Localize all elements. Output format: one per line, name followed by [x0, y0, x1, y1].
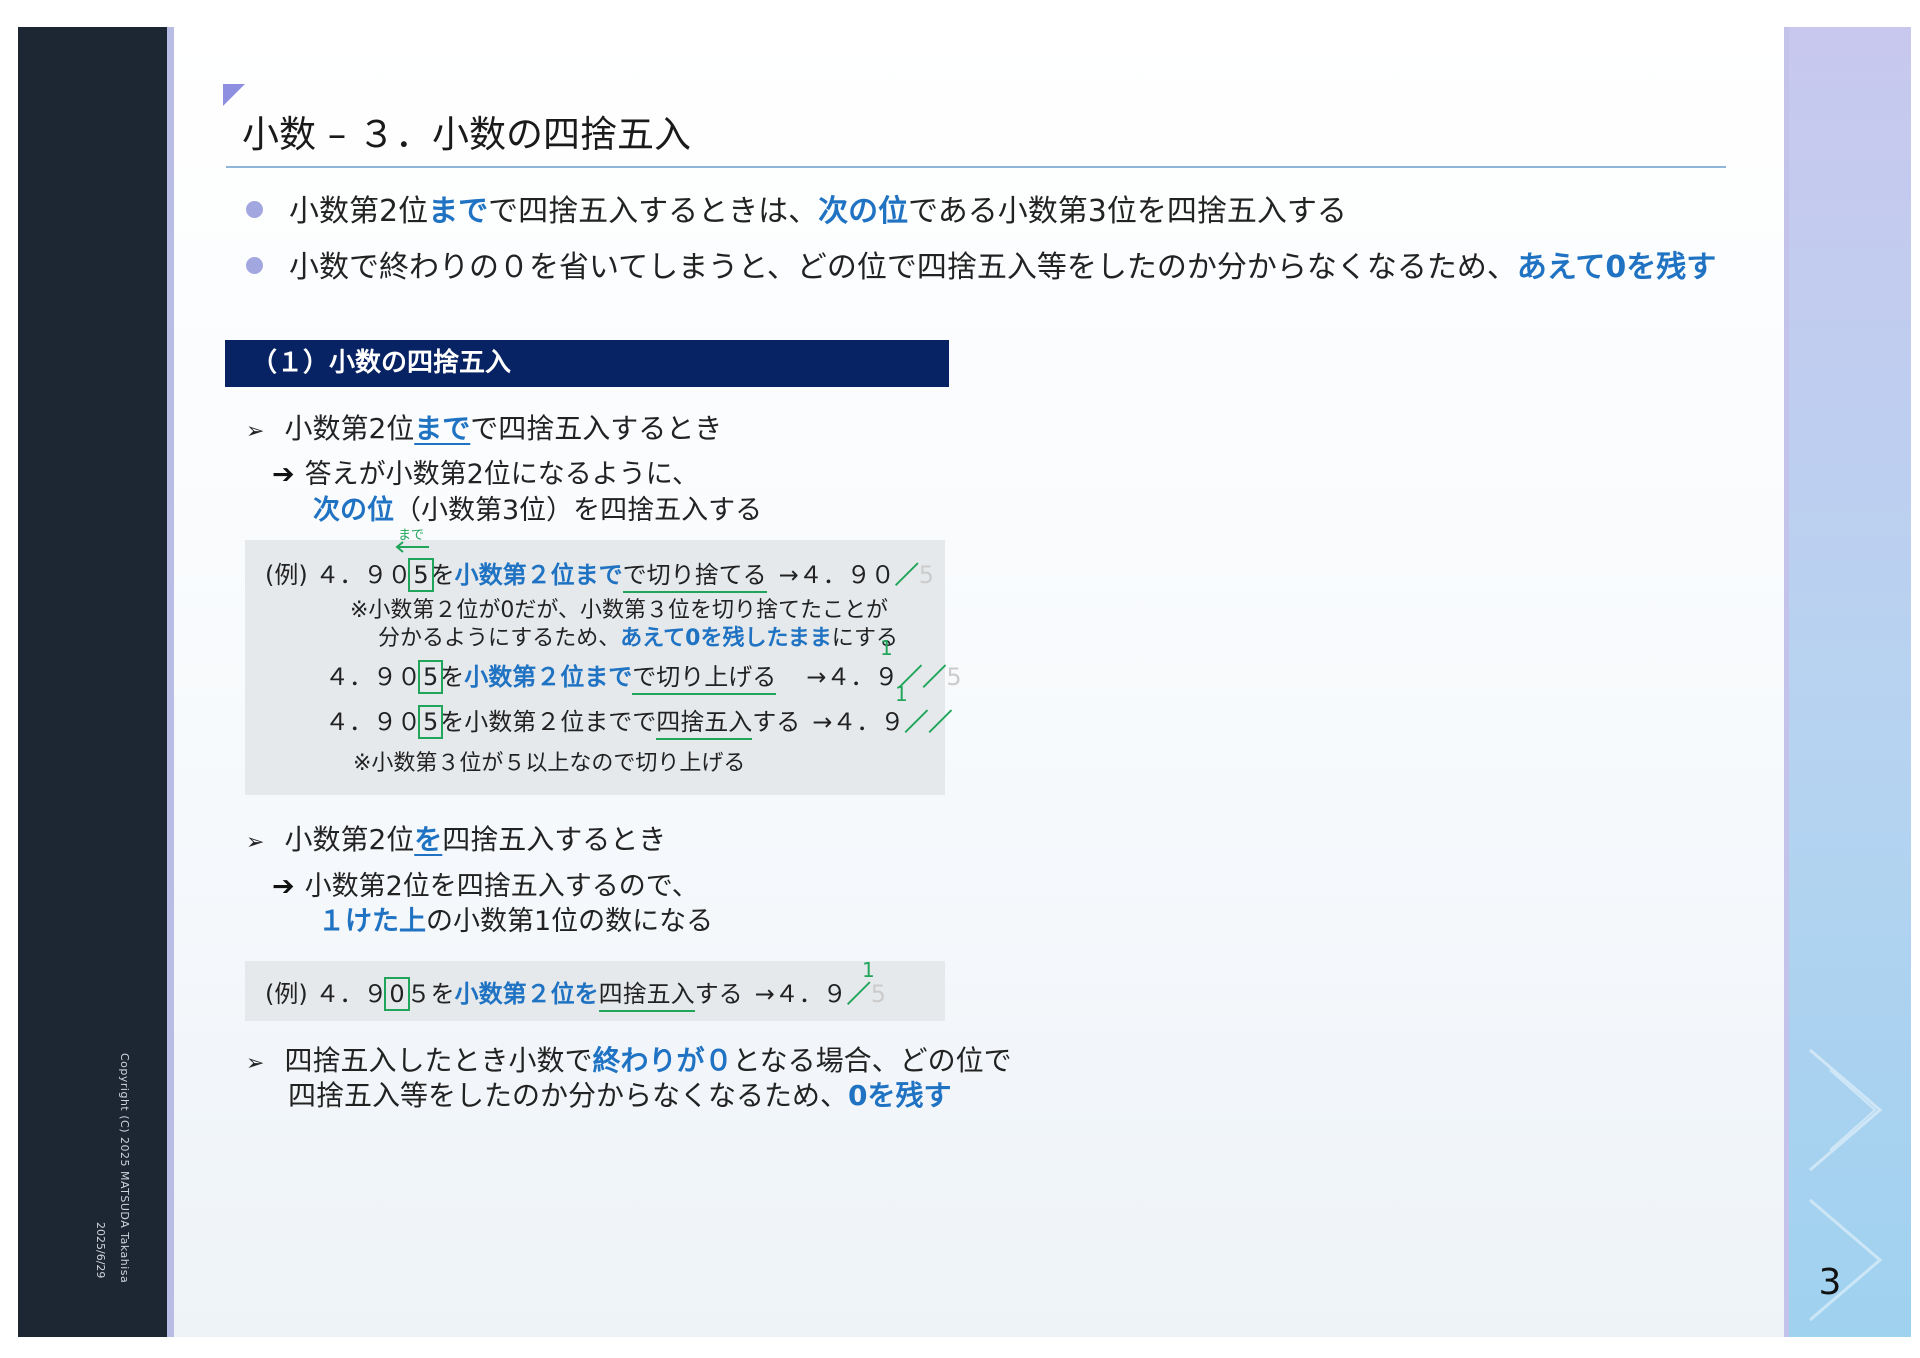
- sub-item: ➔ 答えが小数第2位になるように、: [272, 459, 699, 490]
- example-note: 分かるようにするため、あえて0を残したままにする: [378, 626, 899, 651]
- example-line: (例) ４．９0５を小数第２位を四捨五入する →４．９／5: [265, 974, 886, 1012]
- example-line: (例) ４．９０5を小数第２位までで切り捨てる →４．９０／5: [265, 555, 934, 593]
- copyright-text: Copyright (C) 2025 MATSUDA Takahisa: [118, 1053, 131, 1284]
- bullet-highlight: あえて0を残す: [1516, 250, 1717, 285]
- arrow-right-icon: ➔: [272, 459, 295, 490]
- example-note: ※小数第３位が５以上なので切り上げる: [353, 751, 746, 776]
- bullet-dot-icon: [246, 201, 263, 218]
- page-number: 3: [1818, 1262, 1842, 1303]
- sub-item-cont: 次の位（小数第3位）を四捨五入する: [313, 495, 763, 526]
- bullet-dot-icon: [246, 257, 263, 274]
- arrow-right-icon: ➔: [272, 871, 295, 902]
- section-heading: （１）小数の四捨五入: [225, 340, 949, 387]
- bullet-text: 小数第2位: [289, 194, 429, 229]
- right-band-edge: [1784, 27, 1789, 1337]
- boxed-digit: 5: [417, 705, 444, 739]
- bullet-highlight: 次の位: [818, 194, 909, 229]
- boxed-digit: 5: [417, 660, 444, 694]
- title-corner-icon: [223, 84, 245, 106]
- list-item: ➢ 小数第2位を四捨五入するとき: [246, 823, 667, 856]
- bullet-item: 小数第2位までで四捨五入するときは、次の位である小数第3位を四捨五入する: [246, 186, 1347, 230]
- list-item-cont: 四捨五入等をしたのか分からなくなるため、0を残す: [288, 1079, 952, 1112]
- sub-item-cont: １けた上の小数第1位の数になる: [318, 906, 714, 937]
- slide-title: 小数 – ３．小数の四捨五入: [242, 113, 692, 156]
- arrow-left-icon: [395, 541, 429, 553]
- bullet-item: 小数で終わりの０を省いてしまうと、どの位で四捨五入等をしたのか分からなくなるため…: [246, 242, 1716, 286]
- example-line: ４．９０5を小数第２位までで四捨五入する →４．９／／: [325, 702, 952, 740]
- sidebar-edge: [167, 27, 174, 1337]
- boxed-digit: 0: [384, 977, 410, 1011]
- triangle-bullet-icon: ➢: [246, 830, 265, 855]
- triangle-bullet-icon: ➢: [246, 1051, 265, 1076]
- boxed-digit: 5: [408, 558, 434, 592]
- chevron-decor-icon: [1809, 1048, 1883, 1172]
- list-item: ➢ 小数第2位までで四捨五入するとき: [246, 412, 723, 445]
- list-item: ➢ 四捨五入したとき小数で終わりが０となる場合、どの位で: [246, 1044, 1012, 1077]
- example-line: ４．９０5を小数第２位までで切り上げる →４．９／／5: [325, 657, 962, 695]
- triangle-bullet-icon: ➢: [246, 419, 265, 444]
- bullet-text: である小数第3位を四捨五入する: [908, 194, 1347, 229]
- title-divider: [226, 166, 1726, 168]
- sub-item: ➔ 小数第2位を四捨五入するので、: [272, 871, 699, 902]
- chevron-decor-icon: [1809, 1198, 1883, 1322]
- left-sidebar: [18, 27, 167, 1337]
- bullet-highlight: まで: [428, 194, 489, 229]
- date-text: 2025/6/29: [94, 1222, 107, 1279]
- bullet-text: 小数で終わりの０を省いてしまうと、どの位で四捨五入等をしたのか分からなくなるため…: [289, 250, 1517, 285]
- bullet-text: で四捨五入するときは、: [488, 194, 819, 229]
